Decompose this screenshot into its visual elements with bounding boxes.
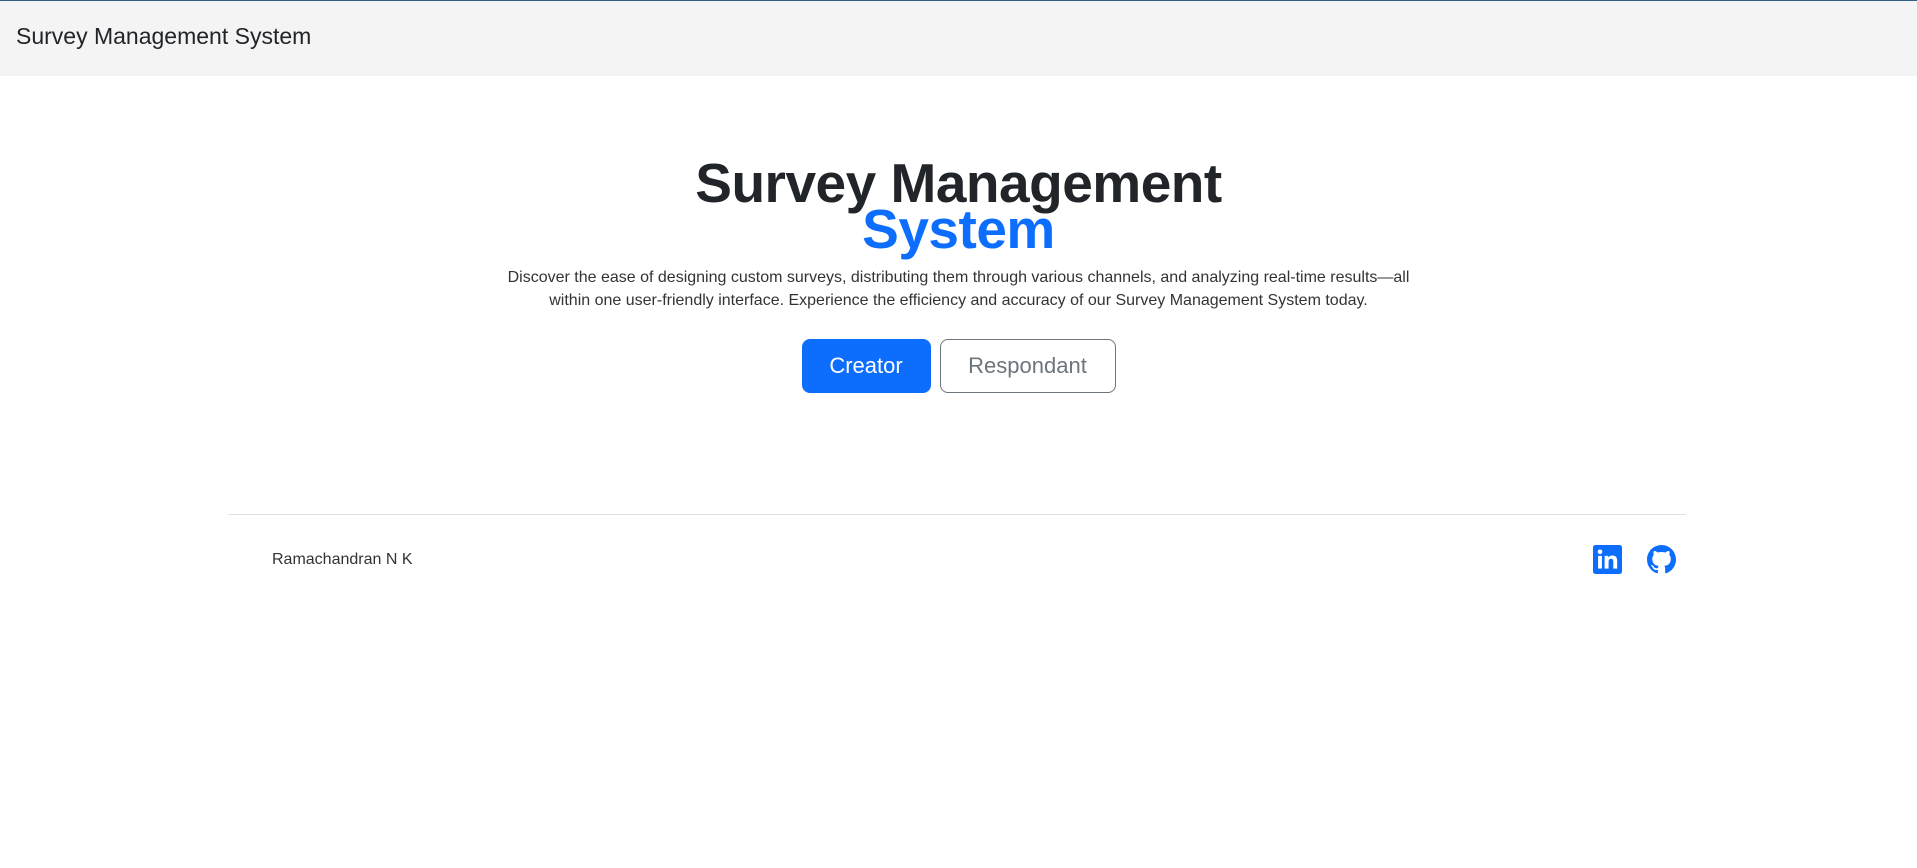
creator-button[interactable]: Creator [801, 339, 931, 393]
hero-description: Discover the ease of designing custom su… [507, 269, 1410, 309]
footer: Ramachandran N K [228, 514, 1686, 605]
hero-buttons: Creator Respondant [0, 339, 1917, 393]
footer-social-links [1593, 545, 1676, 574]
linkedin-icon[interactable] [1593, 545, 1622, 574]
hero-section: Survey Management System Discover the ea… [0, 156, 1917, 393]
hero-title: Survey Management System [0, 156, 1917, 260]
navbar-brand[interactable]: Survey Management System [16, 23, 311, 50]
github-icon[interactable] [1647, 545, 1676, 574]
navbar: Survey Management System [0, 0, 1917, 76]
respondant-button[interactable]: Respondant [939, 339, 1116, 393]
footer-author: Ramachandran N K [272, 551, 413, 568]
hero-title-line2: System [862, 198, 1055, 260]
